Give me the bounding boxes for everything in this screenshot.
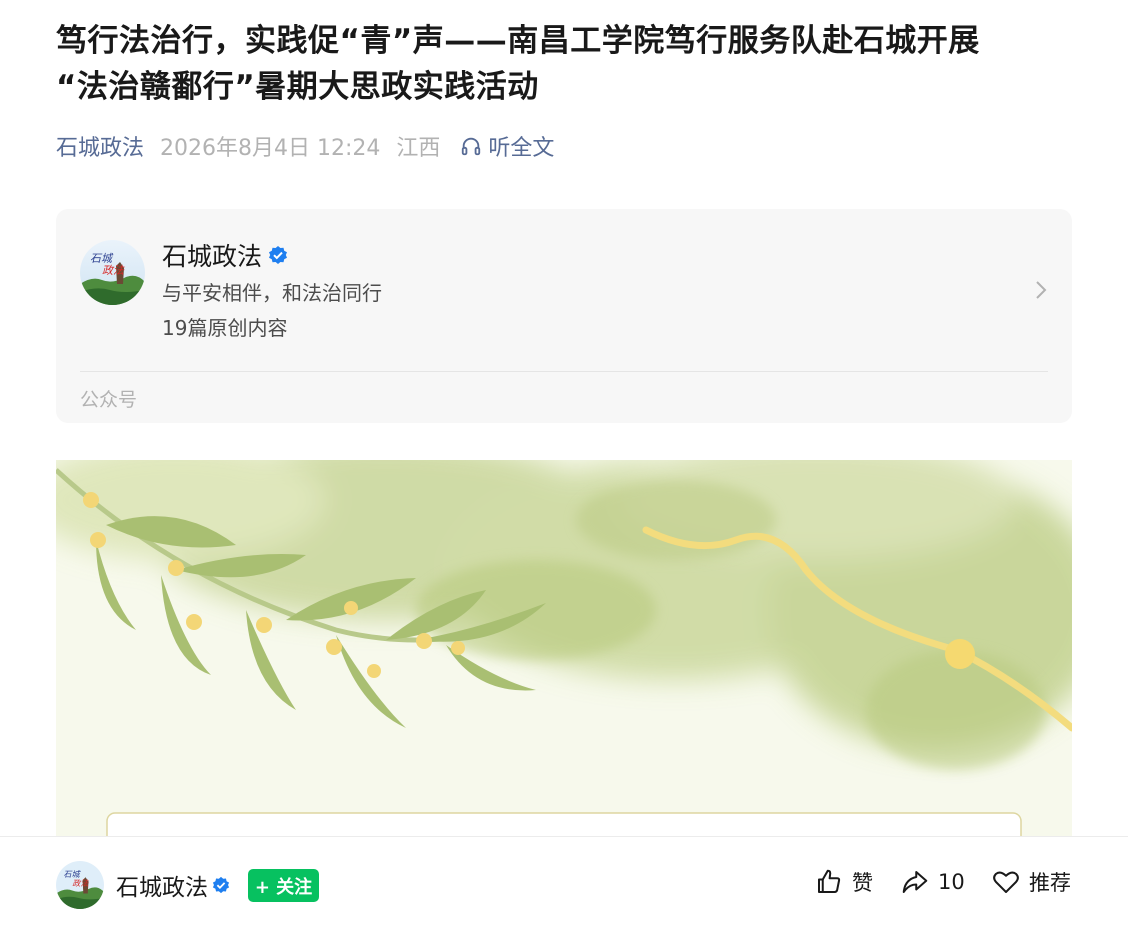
meta-account-link[interactable]: 石城政法: [56, 130, 144, 162]
card-divider: [80, 371, 1048, 372]
verified-icon: [212, 876, 230, 894]
account-slogan: 与平安相伴，和法治同行: [162, 281, 382, 305]
listen-label: 听全文: [488, 136, 555, 161]
thumbs-up-icon: [818, 869, 841, 893]
like-button[interactable]: 赞: [814, 867, 873, 897]
svg-text:政法: 政法: [102, 264, 125, 277]
share-button[interactable]: 10: [900, 867, 965, 897]
original-count: 19篇原创内容: [162, 316, 288, 340]
headphones-icon: [462, 137, 481, 156]
follow-button[interactable]: + 关注: [248, 869, 319, 902]
meta-region: 江西: [396, 136, 441, 161]
account-avatar: 石城 政法: [80, 240, 145, 305]
account-name-row: 石城政法: [162, 237, 288, 273]
bottom-account-name-row[interactable]: 石城政法: [116, 868, 230, 902]
chevron-right-icon: [1036, 281, 1047, 299]
share-count: 10: [938, 870, 965, 894]
svg-text:政法: 政法: [72, 878, 89, 888]
share-arrow-icon: [902, 871, 928, 893]
article-meta: 石城政法 2026年8月4日 12:24 江西 听全文: [56, 128, 554, 164]
recommend-button[interactable]: 推荐: [991, 867, 1071, 897]
verified-icon: [269, 246, 288, 264]
article-title: 笃行法治行，实践促“青”声——南昌工学院笃行服务队赴石城开展 “法治赣鄱行”暑期…: [56, 18, 1072, 110]
article-title-line-1: 笃行法治行，实践促“青”声——南昌工学院笃行服务队赴石城开展: [56, 23, 980, 59]
bottom-account-name: 石城政法: [116, 875, 208, 901]
heart-icon: [993, 871, 1019, 893]
account-name: 石城政法: [162, 242, 263, 271]
listen-button[interactable]: 听全文: [460, 130, 554, 162]
article-banner-image: [56, 460, 1072, 836]
recommend-label: 推荐: [1029, 871, 1071, 895]
account-profile-card[interactable]: 石城 政法 石城政法 与平安相伴，和法治同行 19篇原创内容 公众号: [56, 209, 1072, 423]
bottom-account-avatar[interactable]: 石城 政法: [56, 861, 104, 909]
like-label: 赞: [852, 871, 873, 895]
meta-datetime: 2026年8月4日 12:24: [160, 136, 381, 161]
account-type-label: 公众号: [80, 389, 138, 411]
article-title-line-2: “法治赣鄱行”暑期大思政实践活动: [56, 69, 539, 105]
bottom-action-bar: 石城 政法 石城政法 + 关注 赞 10 推荐: [0, 836, 1128, 930]
